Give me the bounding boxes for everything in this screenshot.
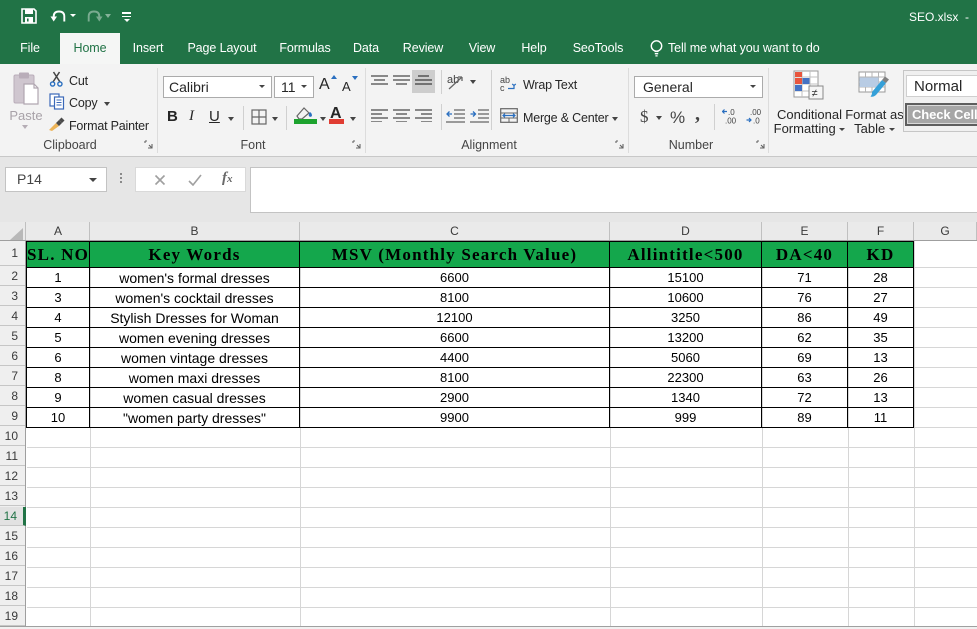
svg-text:.0: .0	[753, 117, 760, 126]
svg-text:.00: .00	[725, 117, 737, 126]
svg-text:≠: ≠	[812, 88, 818, 100]
svg-text:ab: ab	[447, 74, 459, 86]
svg-text:c: c	[500, 83, 505, 91]
